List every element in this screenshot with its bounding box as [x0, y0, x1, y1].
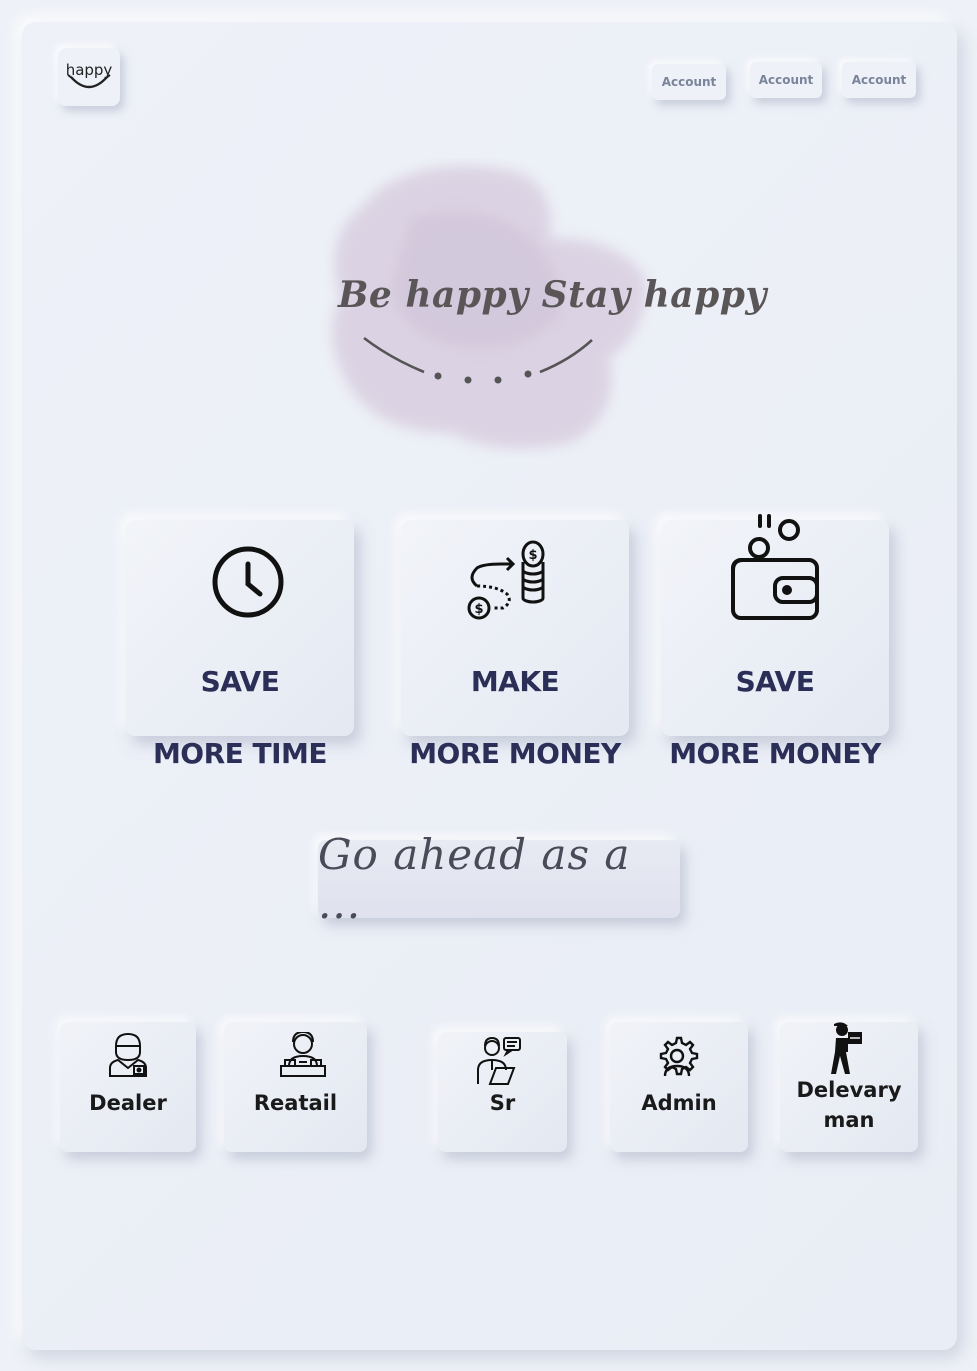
account-button-3[interactable]: Account — [842, 62, 916, 98]
delivery-man-icon — [831, 1022, 862, 1074]
wallet-icon — [731, 514, 819, 620]
hero-tagline: Be happy Stay happy — [338, 274, 767, 316]
feature-card-save-time: SAVE MORE TIME — [126, 520, 354, 770]
coins-path-icon: $ $ — [467, 540, 545, 620]
feature-line-2: MORE MONEY — [669, 737, 881, 770]
role-card-sr[interactable]: Sr — [438, 1032, 567, 1152]
svg-text:$: $ — [528, 548, 537, 563]
feature-title: SAVE MORE TIME — [126, 628, 354, 808]
role-label: Sr — [489, 1091, 516, 1115]
retailer-icon — [280, 1032, 326, 1077]
feature-title: SAVE MORE MONEY — [661, 628, 889, 808]
logo-text: happy — [66, 61, 113, 79]
feature-line-2: MORE MONEY — [409, 737, 621, 770]
account-button-1[interactable]: Account — [652, 64, 726, 100]
go-ahead-banner: Go ahead as a ... — [318, 830, 680, 928]
dealer-icon — [109, 1032, 147, 1077]
smile-icon: happy — [66, 61, 113, 89]
role-label-line-1: Delevary — [796, 1078, 902, 1102]
feature-card-save-money: SAVE MORE MONEY — [661, 514, 889, 770]
role-label: Dealer — [89, 1091, 167, 1115]
feature-line-2: MORE TIME — [152, 737, 328, 770]
svg-text:$: $ — [474, 602, 483, 617]
brand-logo[interactable]: happy — [58, 48, 120, 106]
role-label: Reatail — [253, 1091, 338, 1115]
feature-line-1: SAVE — [735, 665, 815, 698]
clock-icon — [212, 546, 284, 618]
hero-tagline-graphic: Be happy Stay happy — [320, 158, 767, 458]
role-card-dealer[interactable]: Dealer — [60, 1022, 196, 1152]
role-card-retailer[interactable]: Reatail — [224, 1022, 367, 1152]
feature-line-1: MAKE — [470, 665, 560, 698]
role-label: Admin — [641, 1091, 717, 1115]
feature-title: MAKE MORE MONEY — [401, 628, 629, 808]
sales-rep-icon — [477, 1036, 521, 1085]
role-card-delivery-man[interactable]: Delevary man — [780, 1022, 918, 1152]
go-ahead-text: Go ahead as a ... — [318, 830, 631, 928]
role-card-admin[interactable]: Admin — [610, 1022, 748, 1152]
feature-card-make-money: $ $ MAKE MORE MONEY — [401, 520, 629, 770]
role-label: Delevary man — [780, 1075, 918, 1135]
role-label-line-2: man — [823, 1108, 875, 1132]
admin-gear-icon — [659, 1036, 699, 1077]
feature-line-1: SAVE — [200, 665, 280, 698]
account-button-2[interactable]: Account — [750, 62, 822, 98]
